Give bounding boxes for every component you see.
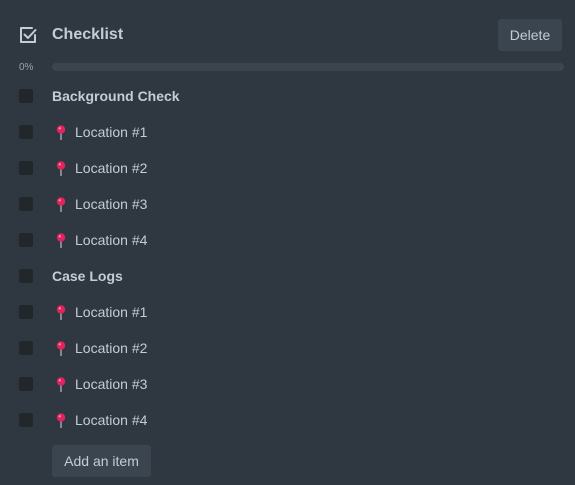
item-label[interactable]: Location #4 [75,232,147,248]
checklist-item[interactable]: Location #3 [0,366,575,402]
round-pushpin-icon [56,341,66,356]
checklist-item[interactable]: Location #4 [0,222,575,258]
delete-button[interactable]: Delete [498,19,562,51]
item-checkbox[interactable] [19,197,33,211]
item-checkbox[interactable] [19,233,33,247]
checklist-item[interactable]: Location #2 [0,150,575,186]
item-label[interactable]: Location #4 [75,412,147,428]
item-checkbox[interactable] [19,305,33,319]
item-checkbox[interactable] [19,269,33,283]
round-pushpin-icon [56,305,66,320]
round-pushpin-icon [56,377,66,392]
round-pushpin-icon [56,233,66,248]
checklist-section-heading[interactable]: Case Logs [0,258,575,294]
round-pushpin-icon [56,161,66,176]
item-label[interactable]: Location #3 [75,376,147,392]
checklist-header: Checklist Delete [0,0,575,62]
progress-percent: 0% [19,62,34,73]
item-checkbox[interactable] [19,377,33,391]
round-pushpin-icon [56,125,66,140]
progress-bar [52,63,564,71]
item-label[interactable]: Background Check [52,88,180,104]
checklist-title: Checklist [52,26,124,43]
item-label[interactable]: Location #1 [75,124,147,140]
item-label[interactable]: Location #1 [75,304,147,320]
item-checkbox[interactable] [19,341,33,355]
round-pushpin-icon [56,197,66,212]
checklist-item[interactable]: Location #3 [0,186,575,222]
checklist-item[interactable]: Location #1 [0,114,575,150]
item-checkbox[interactable] [19,89,33,103]
round-pushpin-icon [56,413,66,428]
item-label[interactable]: Location #2 [75,160,147,176]
checkbox-checked-icon [20,27,37,43]
item-label[interactable]: Location #2 [75,340,147,356]
item-checkbox[interactable] [19,161,33,175]
checklist-item[interactable]: Location #1 [0,294,575,330]
add-item-button[interactable]: Add an item [52,445,151,477]
item-label[interactable]: Location #3 [75,196,147,212]
item-checkbox[interactable] [19,413,33,427]
item-label[interactable]: Case Logs [52,268,123,284]
item-checkbox[interactable] [19,125,33,139]
checklist-item[interactable]: Location #4 [0,402,575,438]
checklist-item[interactable]: Location #2 [0,330,575,366]
checklist-section-heading[interactable]: Background Check [0,78,575,114]
checklist-panel: Checklist Delete 0% Background Check Loca… [0,0,575,485]
